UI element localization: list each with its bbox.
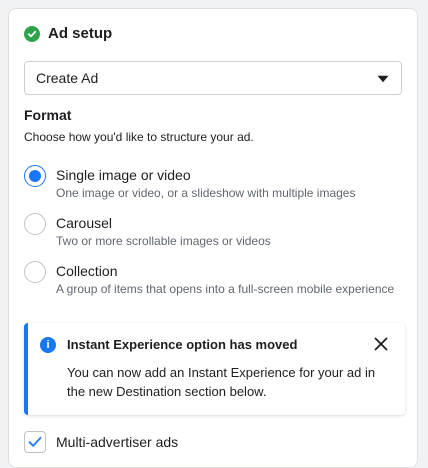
multi-advertiser-ads-option[interactable]: Multi-advertiser ads	[24, 431, 178, 453]
option-description: Two or more scrollable images or videos	[56, 234, 271, 248]
section-header: Ad setup	[24, 25, 112, 42]
instant-experience-notice: i Instant Experience option has moved Yo…	[24, 323, 405, 415]
checkmark-icon	[28, 436, 42, 447]
radio-button[interactable]	[24, 213, 46, 235]
checkbox[interactable]	[24, 431, 46, 453]
radio-selected-dot	[29, 170, 41, 182]
close-icon[interactable]	[373, 336, 389, 352]
format-title: Format	[24, 107, 72, 123]
format-option-carousel[interactable]: Carousel Two or more scrollable images o…	[24, 213, 409, 248]
ad-type-select-value: Create Ad	[36, 70, 99, 86]
option-label: Single image or video	[56, 167, 191, 183]
ad-setup-card: Ad setup Create Ad Format Choose how you…	[8, 8, 418, 468]
caret-down-icon	[377, 70, 389, 86]
notice-title: Instant Experience option has moved	[67, 337, 298, 352]
notice-body: You can now add an Instant Experience fo…	[67, 365, 376, 399]
radio-button[interactable]	[24, 165, 46, 187]
section-title: Ad setup	[48, 25, 113, 42]
check-circle-icon	[24, 25, 40, 42]
info-icon: i	[40, 337, 56, 353]
format-option-single-image[interactable]: Single image or video One image or video…	[24, 165, 409, 200]
option-label: Carousel	[56, 215, 113, 231]
option-description: One image or video, or a slideshow with …	[56, 186, 356, 200]
ad-type-select[interactable]: Create Ad	[24, 61, 402, 95]
radio-button[interactable]	[24, 261, 46, 283]
checkbox-label: Multi-advertiser ads	[56, 434, 179, 450]
format-option-collection[interactable]: Collection A group of items that opens i…	[24, 261, 409, 296]
option-label: Collection	[56, 263, 118, 279]
option-description: A group of items that opens into a full-…	[56, 282, 395, 296]
format-description: Choose how you'd like to structure your …	[24, 130, 254, 144]
